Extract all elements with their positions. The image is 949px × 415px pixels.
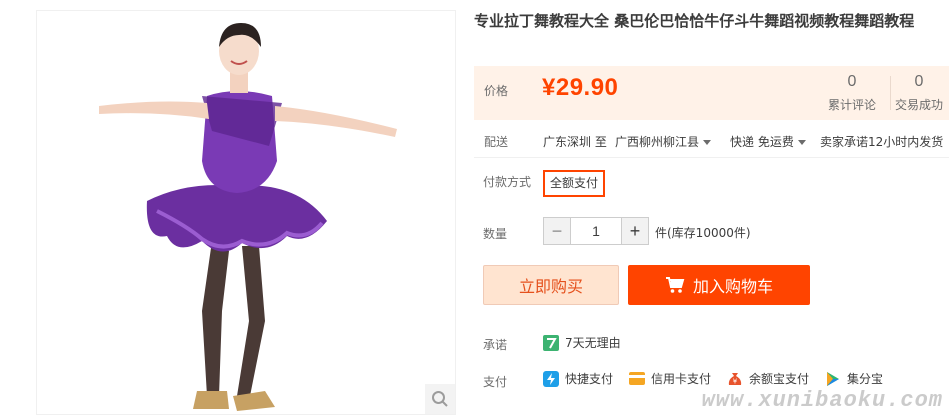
decrease-button[interactable]: −	[544, 218, 570, 244]
full-payment-option[interactable]: 全额支付	[543, 170, 606, 197]
payment-method-credit-card[interactable]: 信用卡支付	[629, 370, 711, 387]
shipping-origin: 广东深圳 至	[543, 135, 607, 149]
payment-method-label: 集分宝	[847, 372, 884, 386]
increase-button[interactable]: +	[622, 218, 648, 244]
chevron-down-icon	[703, 140, 712, 145]
review-count-stat[interactable]: 0 累计评论	[824, 72, 880, 113]
product-image[interactable]	[37, 11, 456, 415]
quantity-stepper: − +	[543, 217, 649, 245]
payment-label: 支付	[483, 375, 508, 389]
shipping-method: 快递 免运费	[730, 135, 794, 149]
payment-methods: 快捷支付 信用卡支付 ¥ 余额宝支付 集分宝	[543, 370, 899, 387]
shipping-label: 配送	[484, 135, 509, 149]
chevron-down-icon	[797, 140, 806, 145]
jifenbao-icon	[825, 371, 841, 387]
sales-count: 0	[914, 73, 924, 90]
payment-type-label: 付款方式	[483, 175, 532, 189]
product-title: 专业拉丁舞教程大全 桑巴伦巴恰恰牛仔斗牛舞蹈视频教程舞蹈教程	[474, 12, 915, 30]
sales-count-label: 交易成功	[894, 98, 943, 112]
price-label: 价格	[484, 84, 509, 98]
price-panel: 价格 ¥29.90 0 累计评论 0 交易成功	[474, 66, 949, 120]
money-bag-icon: ¥	[727, 371, 743, 387]
quantity-label: 数量	[483, 227, 508, 241]
watermark: www.xunibaoku.com	[701, 388, 943, 413]
shopping-cart-icon	[665, 277, 685, 293]
shipping-row: 配送 广东深圳 至 广西柳州柳江县 快递 免运费 卖家承诺12小时内发货	[474, 122, 949, 158]
buy-now-button[interactable]: 立即购买	[483, 265, 619, 305]
stock-info: 件(库存10000件)	[655, 226, 751, 240]
payment-method-label: 余额宝支付	[749, 372, 810, 386]
shipping-destination: 广西柳州柳江县	[615, 135, 700, 149]
payment-method-yuebao[interactable]: ¥ 余额宝支付	[727, 370, 809, 387]
product-image-gallery	[36, 10, 456, 415]
payment-method-jifenbao[interactable]: 集分宝	[825, 370, 883, 387]
payment-method-label: 信用卡支付	[651, 372, 712, 386]
svg-text:¥: ¥	[733, 377, 738, 385]
lightning-icon	[543, 370, 559, 387]
seven-day-label: 7天无理由	[565, 336, 621, 350]
buy-now-label: 立即购买	[518, 277, 583, 296]
payment-method-label: 快捷支付	[565, 372, 614, 386]
review-count-label: 累计评论	[827, 98, 876, 112]
payment-method-quick[interactable]: 快捷支付	[543, 370, 613, 387]
shipping-method-select[interactable]: 快递 免运费	[730, 133, 806, 150]
add-to-cart-button[interactable]: 加入购物车	[628, 265, 810, 305]
quantity-input[interactable]	[570, 218, 622, 244]
price-value: ¥29.90	[542, 74, 619, 101]
credit-card-icon	[629, 372, 646, 385]
add-to-cart-label: 加入购物车	[692, 277, 773, 296]
sales-count-stat[interactable]: 0 交易成功	[891, 72, 947, 113]
shipping-destination-select[interactable]: 广西柳州柳江县	[615, 133, 712, 150]
seven-day-icon	[543, 334, 559, 351]
shipping-promise: 卖家承诺12小时内发货	[820, 135, 944, 149]
magnifier-icon	[432, 391, 448, 407]
zoom-button[interactable]	[425, 384, 455, 414]
review-count: 0	[847, 73, 857, 90]
promise-label: 承诺	[483, 338, 508, 352]
seven-day-return[interactable]: 7天无理由	[543, 334, 621, 351]
